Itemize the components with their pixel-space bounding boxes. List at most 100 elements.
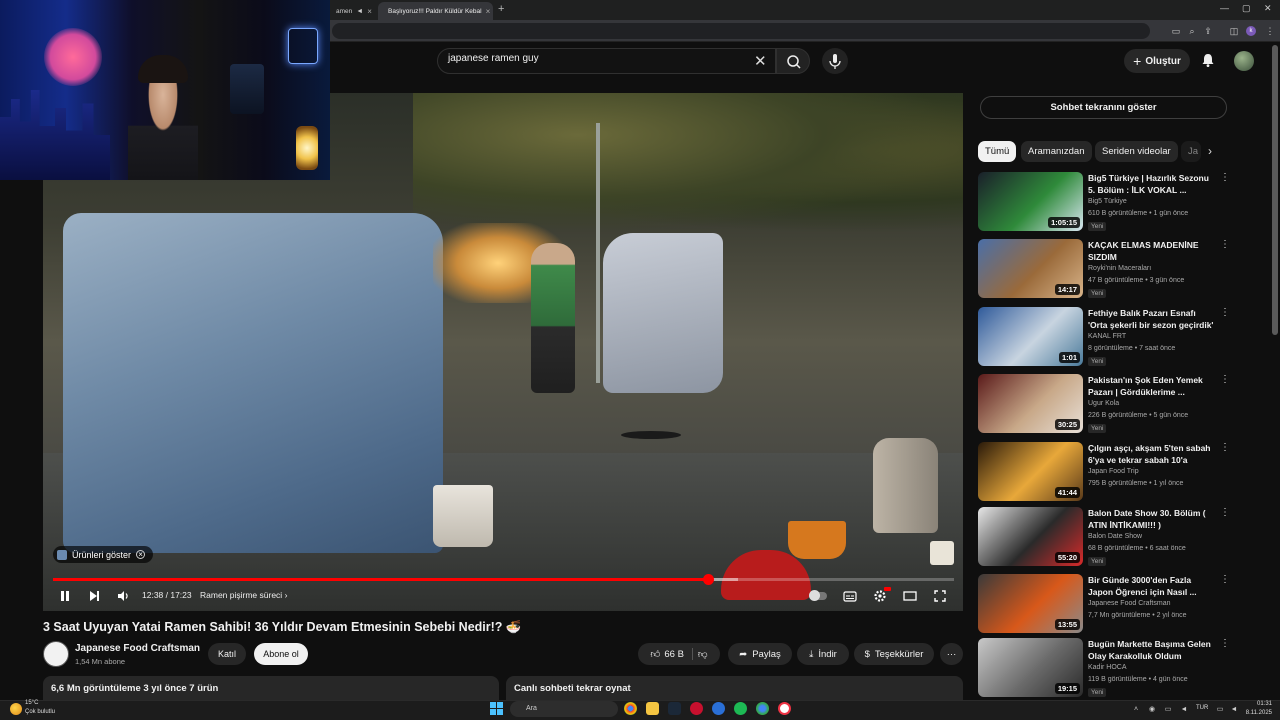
- recommendation-channel[interactable]: Kadir HOCA: [1088, 664, 1127, 671]
- volume-icon[interactable]: [115, 587, 131, 605]
- recommendation-channel[interactable]: Big5 Türkiye: [1088, 198, 1127, 205]
- recommendation-title[interactable]: KAÇAK ELMAS MADENİNE SIZDIM: [1088, 239, 1214, 263]
- like-button[interactable]: 👍︎ 66 B: [650, 648, 693, 660]
- recommendation-thumbnail[interactable]: 1:01: [978, 307, 1083, 366]
- tray-icon[interactable]: ◉: [1146, 704, 1158, 716]
- close-tab-icon[interactable]: ×: [486, 7, 491, 16]
- clock-time[interactable]: 01:31: [1244, 701, 1272, 707]
- create-button[interactable]: + Oluştur: [1124, 49, 1190, 73]
- progress-bar[interactable]: [53, 574, 954, 585]
- subscribe-button[interactable]: Abone ol: [254, 643, 308, 665]
- recommendation-item[interactable]: 41:44 Çılgın aşçı, akşam 5'ten sabah 6'ya…: [978, 442, 1230, 504]
- opera-icon[interactable]: [690, 702, 703, 715]
- settings-icon[interactable]: [872, 587, 891, 605]
- thanks-button[interactable]: $ Teşekkürler: [854, 643, 934, 665]
- browser-tab-active[interactable]: Başlıyoruz!!! Paldır Küldür Kebal ×: [378, 2, 493, 20]
- join-button[interactable]: Katıl: [208, 643, 246, 665]
- recommendation-item[interactable]: 1:01 Fethiye Balık Pazarı Esnafı 'Orta şe…: [978, 307, 1230, 369]
- url-field[interactable]: [332, 23, 1150, 39]
- pause-icon[interactable]: [58, 587, 72, 605]
- progress-scrubber[interactable]: [703, 574, 715, 585]
- close-chip-icon[interactable]: ×: [136, 550, 146, 559]
- volume-tray-icon[interactable]: ◄: [1178, 704, 1190, 716]
- recommendation-thumbnail[interactable]: 41:44: [978, 442, 1083, 501]
- chrome-icon[interactable]: [624, 702, 637, 715]
- share-button[interactable]: ➦ Paylaş: [728, 643, 792, 665]
- close-icon[interactable]: ✕: [1264, 3, 1272, 14]
- mic-button[interactable]: [822, 48, 848, 74]
- recommendation-title[interactable]: Bugün Markette Başıma Gelen Olay Karakol…: [1088, 638, 1214, 662]
- weather-icon[interactable]: [10, 703, 22, 715]
- account-avatar[interactable]: [1234, 51, 1254, 71]
- autoplay-toggle[interactable]: [808, 587, 828, 605]
- more-actions-icon[interactable]: ···: [940, 643, 963, 665]
- thumbs-down-icon[interactable]: 👎︎: [698, 648, 708, 660]
- recommendation-thumbnail[interactable]: 14:17: [978, 239, 1083, 298]
- recommendation-item[interactable]: 30:25 Pakistan'ın Şok Eden Yemek Pazarı |…: [978, 374, 1230, 436]
- more-options-icon[interactable]: ⋮: [1220, 442, 1230, 453]
- recommendation-thumbnail[interactable]: 1:05:15: [978, 172, 1083, 231]
- recommendation-item[interactable]: 19:15 Bugün Markette Başıma Gelen Olay Ka…: [978, 638, 1230, 700]
- download-button[interactable]: ⤓ İndir: [797, 643, 849, 665]
- bell-icon[interactable]: [1200, 52, 1216, 68]
- chrome-profile-icon[interactable]: [756, 702, 769, 715]
- show-chat-button[interactable]: Sohbet tekranını göster: [980, 96, 1227, 119]
- windows-start-icon[interactable]: [490, 702, 503, 715]
- recommendation-channel[interactable]: Ugur Kola: [1088, 400, 1119, 407]
- more-options-icon[interactable]: ⋮: [1220, 239, 1230, 250]
- minimize-icon[interactable]: —: [1220, 3, 1229, 13]
- language-indicator[interactable]: TUR: [1196, 705, 1208, 711]
- show-products-chip[interactable]: Ürünleri göster ×: [53, 546, 154, 563]
- recommendation-channel[interactable]: KANAL FRT: [1088, 333, 1126, 340]
- extensions-icon[interactable]: ◫: [1228, 25, 1240, 37]
- share-icon[interactable]: ⇪: [1202, 25, 1214, 37]
- profile-avatar[interactable]: k: [1246, 26, 1256, 36]
- recommendation-title[interactable]: Bir Günde 3000'den Fazla Japon Öğrenci i…: [1088, 574, 1214, 598]
- steam-icon[interactable]: [668, 702, 681, 715]
- recommendation-title[interactable]: Big5 Türkiye | Hazırlık Sezonu 5. Bölüm …: [1088, 172, 1214, 196]
- channel-name[interactable]: Japanese Food Craftsman: [75, 643, 200, 654]
- recommendation-channel[interactable]: Japanese Food Craftsman: [1088, 600, 1171, 607]
- search-input[interactable]: japanese ramen guy: [448, 53, 539, 64]
- cast-icon[interactable]: ▭: [1170, 25, 1182, 37]
- browser-menu-icon[interactable]: ⋮: [1264, 25, 1276, 37]
- clock-date[interactable]: 8.11.2025: [1240, 710, 1272, 716]
- network-icon[interactable]: ▭: [1162, 704, 1174, 716]
- recommendation-channel[interactable]: Royki'nin Maceraları: [1088, 265, 1151, 272]
- more-options-icon[interactable]: ⋮: [1220, 507, 1230, 518]
- recommendation-item[interactable]: 55:20 Balon Date Show 30. Bölüm ( ATIN İN…: [978, 507, 1230, 569]
- more-options-icon[interactable]: ⋮: [1220, 307, 1230, 318]
- maximize-icon[interactable]: ▢: [1242, 3, 1251, 14]
- more-options-icon[interactable]: ⋮: [1220, 574, 1230, 585]
- recommendation-channel[interactable]: Japan Food Trip: [1088, 468, 1139, 475]
- chapter-label[interactable]: Ramen pişirme süreci ›: [200, 590, 287, 600]
- recommendation-thumbnail[interactable]: 30:25: [978, 374, 1083, 433]
- chip-overflow[interactable]: Ja: [1181, 141, 1201, 162]
- recommendation-title[interactable]: Balon Date Show 30. Bölüm ( ATIN İNTİKAM…: [1088, 507, 1214, 531]
- chip-all[interactable]: Tümü: [978, 141, 1017, 162]
- channel-watermark[interactable]: [930, 541, 954, 565]
- next-icon[interactable]: [86, 587, 102, 605]
- recommendation-title[interactable]: Fethiye Balık Pazarı Esnafı 'Orta şekerl…: [1088, 307, 1214, 331]
- search-button[interactable]: [776, 48, 810, 74]
- channel-avatar[interactable]: [43, 641, 69, 667]
- recommendation-thumbnail[interactable]: 55:20: [978, 507, 1083, 566]
- chip-from-search[interactable]: Aramanızdan: [1021, 141, 1092, 162]
- recommendation-thumbnail[interactable]: 19:15: [978, 638, 1083, 697]
- fullscreen-icon[interactable]: [932, 587, 948, 605]
- subtitles-icon[interactable]: [842, 587, 858, 605]
- speaker-icon[interactable]: ◄: [1228, 704, 1240, 716]
- new-tab-button[interactable]: +: [498, 3, 504, 15]
- close-tab-icon[interactable]: ×: [367, 7, 372, 16]
- battery-icon[interactable]: ▭: [1214, 704, 1226, 716]
- app-icon[interactable]: [712, 702, 725, 715]
- recommendation-title[interactable]: Çılgın aşçı, akşam 5'ten sabah 6'ya ve t…: [1088, 442, 1214, 466]
- chip-series[interactable]: Seriden videolar: [1095, 141, 1178, 162]
- recommendation-item[interactable]: 14:17 KAÇAK ELMAS MADENİNE SIZDIM Royki'ni…: [978, 239, 1230, 301]
- recommendation-channel[interactable]: Balon Date Show: [1088, 533, 1142, 540]
- more-options-icon[interactable]: ⋮: [1220, 374, 1230, 385]
- recommendation-item[interactable]: 1:05:15 Big5 Türkiye | Hazırlık Sezonu 5.…: [978, 172, 1230, 234]
- taskbar-search[interactable]: Ara: [510, 701, 618, 717]
- chevron-up-icon[interactable]: ˄: [1130, 704, 1142, 716]
- browser-tab[interactable]: amen ◄ ×: [330, 2, 375, 20]
